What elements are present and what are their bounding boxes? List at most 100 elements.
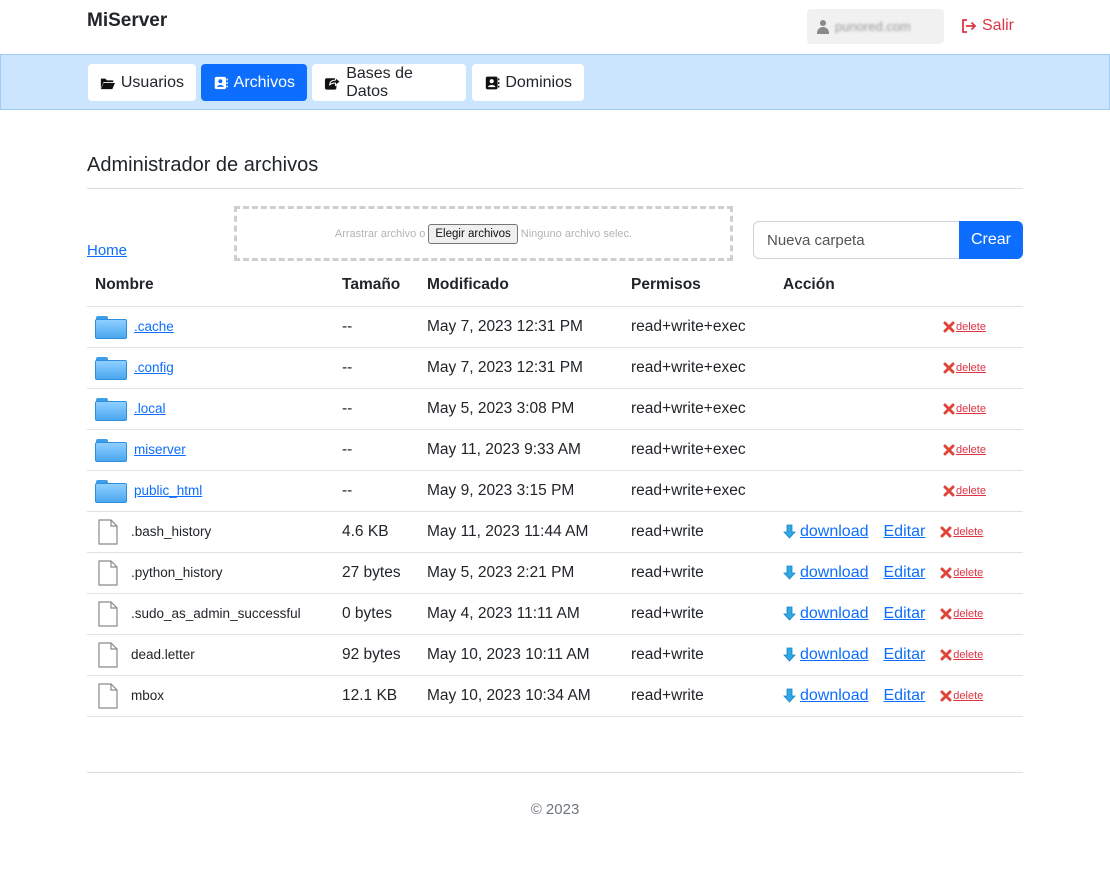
row-actions: download Editar delete [783, 687, 1015, 705]
cell-name: dead.letter [87, 634, 334, 676]
delete-x-icon [943, 321, 955, 333]
folder-icon [95, 438, 127, 462]
delete-link[interactable]: delete [940, 690, 983, 702]
folder-icon [95, 315, 127, 339]
footer-copyright: © 2023 [530, 801, 580, 818]
download-link[interactable]: download [783, 646, 869, 664]
download-link[interactable]: download [783, 687, 869, 705]
folder-name-link[interactable]: .local [134, 401, 166, 416]
download-arrow-icon [783, 524, 796, 540]
folder-name-link[interactable]: .config [134, 360, 174, 375]
folder-name-link[interactable]: public_html [134, 483, 202, 498]
logout-button[interactable]: Salir [960, 17, 1014, 35]
breadcrumb-home[interactable]: Home [87, 242, 127, 259]
delete-link[interactable]: delete [940, 567, 983, 579]
table-row: mbox 12.1 KB May 10, 2023 10:34 AM read+… [87, 675, 1023, 717]
download-link[interactable]: download [783, 523, 869, 541]
file-icon [97, 600, 119, 627]
cell-modified: May 7, 2023 12:31 PM [419, 347, 623, 389]
user-chip[interactable]: punored.com [807, 9, 944, 44]
edit-link[interactable]: Editar [884, 687, 926, 705]
address-book-icon [485, 76, 500, 89]
delete-x-icon [943, 362, 955, 374]
folder-name-link[interactable]: .cache [134, 319, 174, 334]
cell-permissions: read+write [623, 675, 775, 717]
header-size: Tamaño [334, 265, 419, 307]
cell-action: delete [775, 388, 1023, 430]
delete-x-icon [940, 567, 952, 579]
cell-action: download Editar delete [775, 552, 1023, 594]
cell-action: download Editar delete [775, 593, 1023, 635]
header-action: Acción [775, 265, 1023, 307]
cell-permissions: read+write+exec [623, 470, 775, 512]
row-actions: download Editar delete [783, 605, 1015, 623]
download-link[interactable]: download [783, 564, 869, 582]
delete-link[interactable]: delete [943, 444, 986, 456]
file-name: dead.letter [131, 647, 195, 662]
header-modified: Modificado [419, 265, 623, 307]
cell-modified: May 4, 2023 11:11 AM [419, 593, 623, 635]
tab-usuarios[interactable]: Usuarios [88, 64, 196, 101]
cell-action: delete [775, 306, 1023, 348]
file-icon [97, 641, 119, 668]
delete-label: delete [956, 320, 986, 333]
cell-size: -- [334, 347, 419, 389]
header-name: Nombre [87, 265, 334, 307]
cell-name: .sudo_as_admin_successful [87, 593, 334, 635]
cell-action: delete [775, 470, 1023, 512]
row-actions: download Editar delete [783, 564, 1015, 582]
tab-label: Bases de Datos [346, 64, 413, 100]
upload-dropzone[interactable]: Arrastrar archivo o Elegir archivos Ning… [234, 206, 733, 261]
cell-permissions: read+write+exec [623, 388, 775, 430]
cell-modified: May 11, 2023 9:33 AM [419, 429, 623, 471]
download-label: download [800, 563, 869, 581]
cell-permissions: read+write+exec [623, 347, 775, 389]
delete-link[interactable]: delete [940, 608, 983, 620]
edit-link[interactable]: Editar [884, 605, 926, 623]
download-label: download [800, 645, 869, 663]
cell-size: 0 bytes [334, 593, 419, 635]
delete-link[interactable]: delete [943, 362, 986, 374]
delete-x-icon [940, 649, 952, 661]
delete-label: delete [956, 361, 986, 374]
folder-name-link[interactable]: miserver [134, 442, 186, 457]
delete-x-icon [943, 485, 955, 497]
folder-open-icon [100, 78, 115, 89]
page-title: Administrador de archivos [87, 154, 319, 176]
tab-archivos[interactable]: Archivos [201, 64, 307, 101]
cell-size: 92 bytes [334, 634, 419, 676]
cell-name: .cache [87, 306, 334, 348]
delete-x-icon [940, 526, 952, 538]
table-row: public_html -- May 9, 2023 3:15 PM read+… [87, 470, 1023, 512]
new-folder-input[interactable] [753, 221, 960, 259]
cell-permissions: read+write [623, 552, 775, 594]
choose-files-button[interactable]: Elegir archivos [428, 223, 518, 244]
delete-link[interactable]: delete [943, 403, 986, 415]
brand-title: MiServer [87, 10, 168, 31]
file-name: mbox [131, 688, 165, 703]
tab-dominios[interactable]: Dominios [472, 64, 584, 101]
edit-link[interactable]: Editar [884, 646, 926, 664]
table-row: .bash_history 4.6 KB May 11, 2023 11:44 … [87, 511, 1023, 553]
cell-name: miserver [87, 429, 334, 471]
row-actions: download Editar delete [783, 523, 1015, 541]
table-row: miserver -- May 11, 2023 9:33 AM read+wr… [87, 429, 1023, 471]
cell-modified: May 10, 2023 10:34 AM [419, 675, 623, 717]
delete-x-icon [940, 690, 952, 702]
delete-label: delete [953, 648, 984, 661]
cell-name: .config [87, 347, 334, 389]
edit-link[interactable]: Editar [884, 564, 926, 582]
delete-link[interactable]: delete [940, 649, 983, 661]
edit-link[interactable]: Editar [884, 523, 926, 541]
delete-link[interactable]: delete [940, 526, 983, 538]
tab-bases-de-datos[interactable]: Bases de Datos [312, 64, 466, 101]
cell-size: 4.6 KB [334, 511, 419, 553]
table-row: .sudo_as_admin_successful 0 bytes May 4,… [87, 593, 1023, 635]
file-name: .sudo_as_admin_successful [131, 606, 301, 621]
cell-size: -- [334, 306, 419, 348]
delete-label: delete [953, 566, 984, 579]
download-link[interactable]: download [783, 605, 869, 623]
delete-link[interactable]: delete [943, 485, 986, 497]
create-folder-button[interactable]: Crear [959, 221, 1023, 259]
delete-link[interactable]: delete [943, 321, 986, 333]
